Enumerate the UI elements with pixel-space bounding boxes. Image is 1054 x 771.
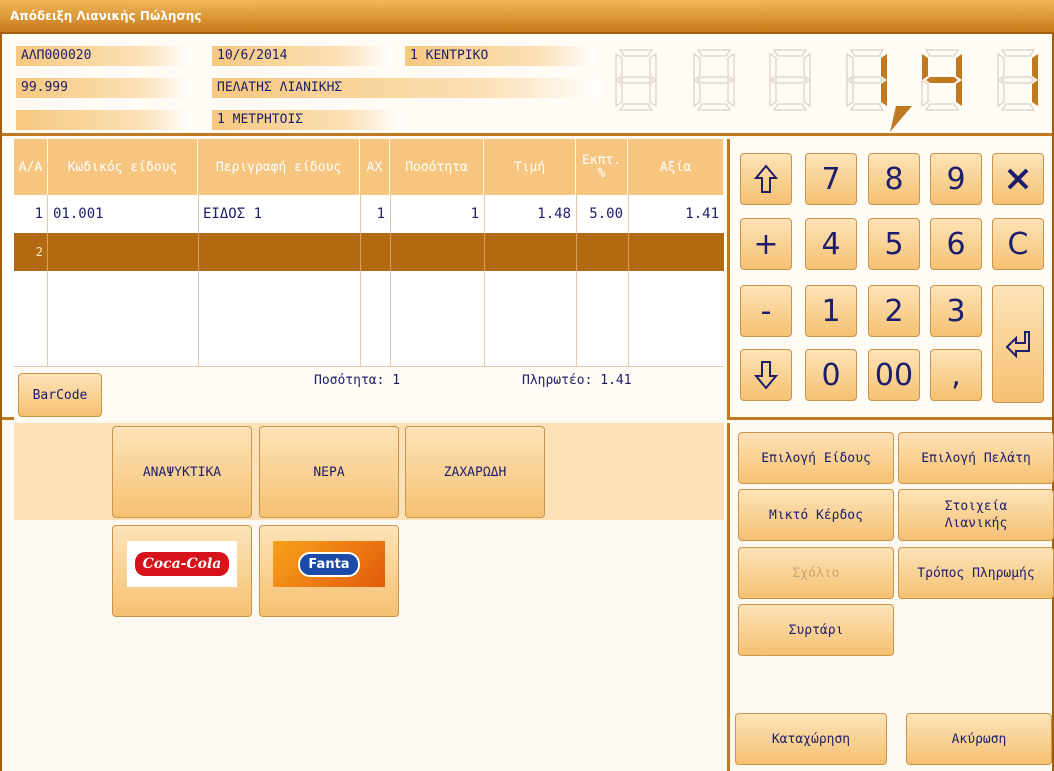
select-customer-button[interactable]: Επιλογή Πελάτη <box>898 432 1054 484</box>
close-icon <box>1007 168 1029 190</box>
grid-header: Α/Α Κωδικός είδους Περιγραφή είδους ΑΧ Π… <box>14 139 724 195</box>
key-comma[interactable]: , <box>930 349 982 401</box>
category-sweets[interactable]: ΖΑΧΑΡΩΔΗ <box>405 426 545 518</box>
grid-body: 1 01.001 ΕΙΔΟΣ 1 1 1 1.48 5.00 1.41 2 <box>14 195 724 366</box>
display-digit-1b <box>997 49 1038 111</box>
category-panel: ΑΝΑΨΥΚΤΙΚΑ ΝΕΡΑ ΖΑΧΑΡΩΔΗ Coca-Cola Fanta <box>2 423 724 771</box>
column-header-quantity[interactable]: Ποσότητα <box>390 139 484 195</box>
column-header-price[interactable]: Τιμή <box>484 139 576 195</box>
fanta-logo-text: Fanta <box>298 551 360 577</box>
table-row-selected[interactable]: 2 <box>14 233 724 271</box>
key-6[interactable]: 6 <box>930 218 982 270</box>
product-fanta[interactable]: Fanta <box>259 525 399 617</box>
display-digit-4 <box>921 49 962 111</box>
key-7[interactable]: 7 <box>805 153 857 205</box>
gross-profit-button[interactable]: Μικτό Κέρδος <box>738 489 894 541</box>
grid-line <box>360 233 361 271</box>
window-body: ΑΛΠ000020 10/6/2014 1 ΚΕΝΤΡΙΚΟ 99.999 ΠΕ… <box>0 34 1054 771</box>
key-3[interactable]: 3 <box>930 285 982 337</box>
key-plus[interactable]: + <box>740 218 792 270</box>
document-code-field[interactable]: ΑΛΠ000020 <box>16 46 191 66</box>
key-minus[interactable]: - <box>740 285 792 337</box>
grid-line <box>47 233 48 271</box>
column-header-ax[interactable]: ΑΧ <box>360 139 390 195</box>
arrow-down-icon <box>754 361 778 390</box>
drawer-button[interactable]: Συρτάρι <box>738 604 894 656</box>
grid-line <box>198 233 199 271</box>
key-clear[interactable]: C <box>992 218 1044 270</box>
cell-price: 1.48 <box>537 206 571 222</box>
cell-code[interactable] <box>48 233 198 271</box>
column-header-discount[interactable]: Εκπτ. % <box>576 139 628 195</box>
display-digit <box>769 49 811 111</box>
table-row[interactable]: 1 01.001 ΕΙΔΟΣ 1 1 1 1.48 5.00 1.41 <box>14 195 724 233</box>
display-comma <box>890 106 912 132</box>
column-header-value[interactable]: Αξία <box>628 139 724 195</box>
comment-button[interactable]: Σχόλιο <box>738 547 894 599</box>
cell-discount: 5.00 <box>589 206 623 222</box>
cell-code: 01.001 <box>53 206 104 222</box>
column-header-description[interactable]: Περιγραφή είδους <box>198 139 360 195</box>
date-field[interactable]: 10/6/2014 <box>212 46 392 66</box>
enter-key[interactable] <box>992 285 1044 403</box>
key-5[interactable]: 5 <box>868 218 920 270</box>
cell-aa: 2 <box>35 245 43 259</box>
payment-field[interactable]: 1 ΜΕΤΡΗΤΟΙΣ <box>212 110 402 130</box>
enter-icon <box>1005 331 1030 359</box>
payment-method-button[interactable]: Τρόπος Πληρωμής <box>898 547 1054 599</box>
cancel-button[interactable]: Ακύρωση <box>906 713 1052 765</box>
retail-details-button[interactable]: Στοιχεία Λιανικής <box>898 489 1054 541</box>
barcode-button[interactable]: BarCode <box>18 373 102 417</box>
document-header: ΑΛΠ000020 10/6/2014 1 ΚΕΝΤΡΙΚΟ 99.999 ΠΕ… <box>2 34 1052 136</box>
display-digit-1 <box>846 49 887 111</box>
key-1[interactable]: 1 <box>805 285 857 337</box>
product-coca-cola[interactable]: Coca-Cola <box>112 525 252 617</box>
numeric-keypad: 7 8 9 + 4 5 6 C - 1 2 3 0 00 , <box>727 139 1052 420</box>
grid-line <box>628 233 629 271</box>
quantity-summary: Ποσότητα: 1 <box>314 373 401 388</box>
coca-cola-logo: Coca-Cola <box>127 541 237 587</box>
key-9[interactable]: 9 <box>930 153 982 205</box>
grid-line <box>576 233 577 271</box>
category-soft-drinks[interactable]: ΑΝΑΨΥΚΤΙΚΑ <box>112 426 252 518</box>
fanta-logo: Fanta <box>273 541 385 587</box>
select-item-button[interactable]: Επιλογή Είδους <box>738 432 894 484</box>
arrow-up-key[interactable] <box>740 153 792 205</box>
column-header-aa[interactable]: Α/Α <box>14 139 48 195</box>
key-2[interactable]: 2 <box>868 285 920 337</box>
save-button[interactable]: Καταχώρηση <box>735 713 887 765</box>
key-8[interactable]: 8 <box>868 153 920 205</box>
customer-name-field[interactable]: ΠΕΛΑΤΗΣ ΛΙΑΝΙΚΗΣ <box>212 78 602 98</box>
branch-field[interactable]: 1 ΚΕΝΤΡΙΚΟ <box>405 46 595 66</box>
category-waters[interactable]: ΝΕΡΑ <box>259 426 399 518</box>
grid-line <box>484 233 485 271</box>
arrow-up-icon <box>754 164 778 193</box>
key-00[interactable]: 00 <box>868 349 920 401</box>
key-4[interactable]: 4 <box>805 218 857 270</box>
coca-cola-logo-text: Coca-Cola <box>134 552 230 576</box>
column-header-code[interactable]: Κωδικός είδους <box>48 139 198 195</box>
cell-quantity: 1 <box>470 206 479 222</box>
grid-line <box>390 233 391 271</box>
cell-ax: 1 <box>376 206 385 222</box>
display-digit <box>615 49 657 111</box>
display-digit <box>693 49 735 111</box>
cell-value: 1.41 <box>685 206 719 222</box>
payable-summary: Πληρωτέο: 1.41 <box>522 373 632 388</box>
items-grid: Α/Α Κωδικός είδους Περιγραφή είδους ΑΧ Π… <box>2 139 724 420</box>
customer-code-field[interactable]: 99.999 <box>16 78 191 98</box>
arrow-down-key[interactable] <box>740 349 792 401</box>
close-key[interactable] <box>992 153 1044 205</box>
window-title: Απόδειξη Λιανικής Πώλησης <box>0 0 1054 34</box>
empty-field[interactable] <box>16 110 191 130</box>
actions-panel: Επιλογή Είδους Επιλογή Πελάτη Μικτό Κέρδ… <box>727 423 1054 771</box>
cell-description: ΕΙΔΟΣ 1 <box>203 206 263 222</box>
cell-aa: 1 <box>34 206 43 222</box>
key-0[interactable]: 0 <box>805 349 857 401</box>
grid-footer: BarCode Ποσότητα: 1 Πληρωτέο: 1.41 <box>14 366 724 420</box>
